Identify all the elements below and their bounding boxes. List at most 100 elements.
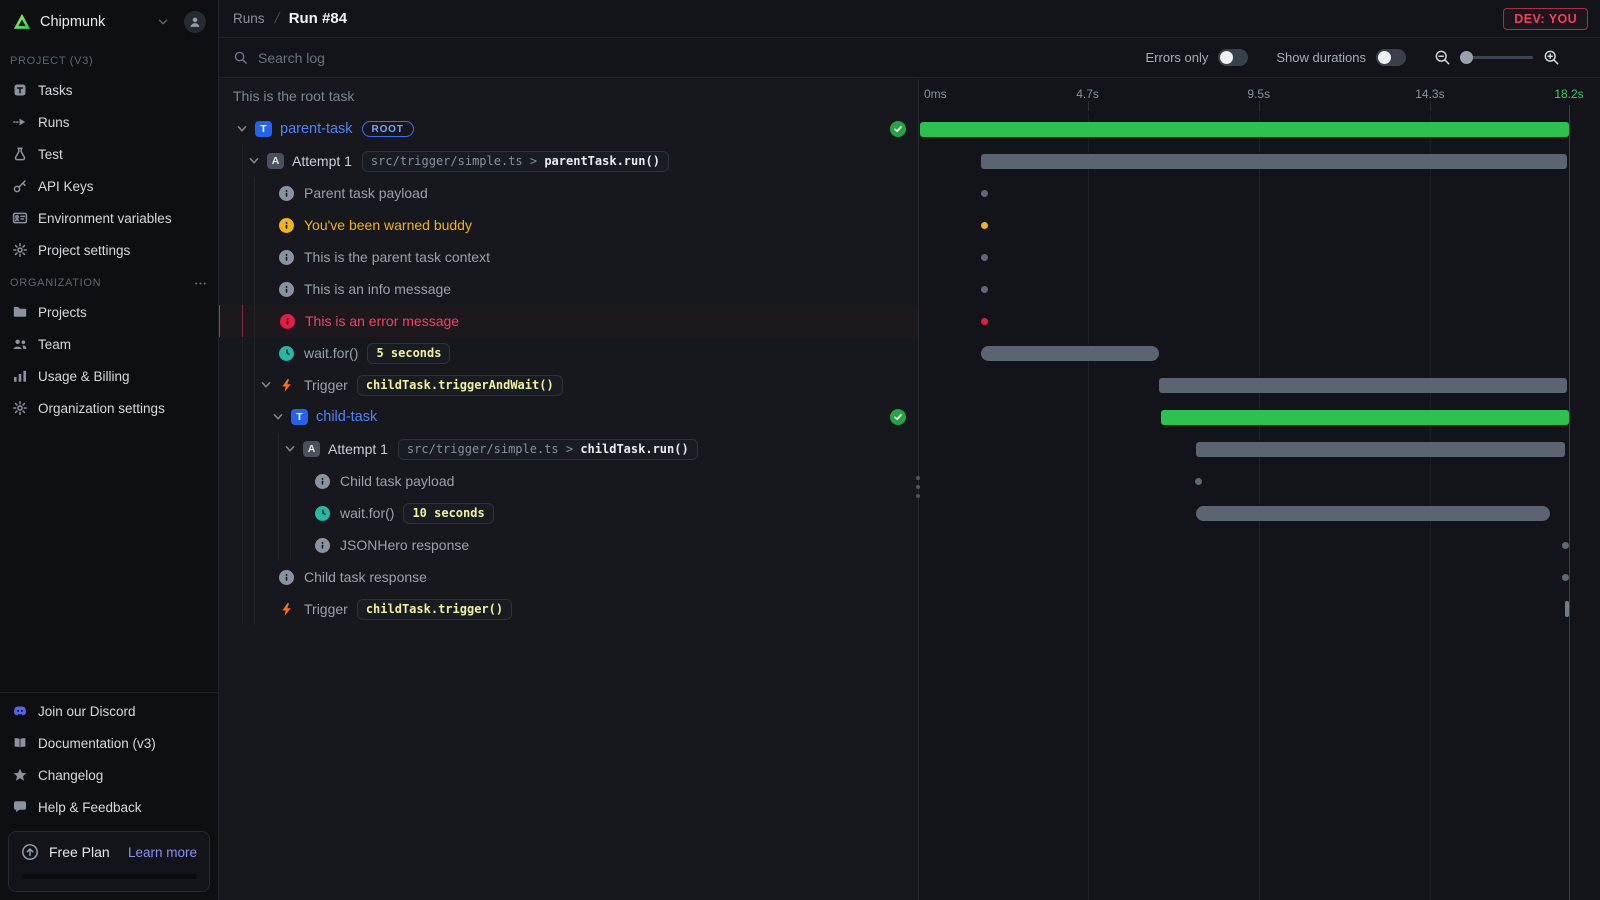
plan-name: Free Plan xyxy=(49,844,110,860)
trace-row-this-is-an-info-message[interactable]: This is an info message xyxy=(219,273,918,305)
timeline-span-bar[interactable] xyxy=(1196,442,1566,457)
clock-icon xyxy=(315,506,330,521)
zoom-in-icon[interactable] xyxy=(1543,49,1560,66)
sidebar-item-label: Projects xyxy=(38,305,87,320)
expand-chevron-icon[interactable] xyxy=(259,378,273,392)
trace-row-attempt-1-parenttask-run[interactable]: AAttempt 1src/trigger/simple.ts > parent… xyxy=(219,145,918,177)
panel-resize-handle[interactable] xyxy=(916,476,920,498)
timeline-span-bar[interactable] xyxy=(1196,506,1550,521)
chevron-down-icon[interactable] xyxy=(156,15,170,29)
trace-row-child-task-payload[interactable]: Child task payload xyxy=(219,465,918,497)
lightning-bolt-icon xyxy=(279,378,294,393)
trace-content: This is the root task Tparent-taskROOT A… xyxy=(219,79,1600,900)
success-check-icon xyxy=(890,409,906,425)
trace-row-jsonhero-response[interactable]: JSONHero response xyxy=(219,529,918,561)
info-icon xyxy=(280,314,295,329)
wait-label: wait.for() xyxy=(340,505,394,521)
expand-chevron-icon[interactable] xyxy=(271,410,285,424)
sidebar-item-usage-billing[interactable]: Usage & Billing xyxy=(0,360,218,392)
trace-row-child-task[interactable]: Tchild-task xyxy=(219,401,918,433)
main-area: Runs / Run #84 DEV: YOU Errors only Show… xyxy=(219,0,1600,900)
timeline-span-bar[interactable] xyxy=(920,122,1569,137)
source-path-chip: src/trigger/simple.ts > parentTask.run() xyxy=(362,151,669,172)
sidebar-item-team[interactable]: Team xyxy=(0,328,218,360)
timeline-instant-tick[interactable] xyxy=(1565,601,1569,617)
timeline-event-dot[interactable] xyxy=(981,286,988,293)
info-icon xyxy=(279,570,294,585)
timeline-tick-label: 4.7s xyxy=(1076,87,1099,101)
timeline-row xyxy=(919,465,1600,497)
timeline-event-dot[interactable] xyxy=(981,318,988,325)
timeline-event-dot[interactable] xyxy=(981,190,988,197)
trace-row-attempt-1-childtask-run[interactable]: AAttempt 1src/trigger/simple.ts > childT… xyxy=(219,433,918,465)
sidebar-item-documentation-v3[interactable]: Documentation (v3) xyxy=(0,727,218,759)
trace-row-wait-for-5-seconds[interactable]: wait.for()5 seconds xyxy=(219,337,918,369)
trace-row-trigger-childtask-triggerandwait[interactable]: Trigger childTask.triggerAndWait() xyxy=(219,369,918,401)
attempt-label: Attempt 1 xyxy=(292,153,352,169)
runs-icon xyxy=(12,114,28,130)
sidebar-item-environment-variables[interactable]: Environment variables xyxy=(0,202,218,234)
timeline-event-dot[interactable] xyxy=(981,254,988,261)
trigger-label: Trigger xyxy=(304,377,348,393)
trace-row-you-ve-been-warned-buddy[interactable]: You've been warned buddy xyxy=(219,209,918,241)
task-name: child-task xyxy=(316,409,377,425)
timeline-event-dot[interactable] xyxy=(1195,478,1202,485)
trace-row-parent-task[interactable]: Tparent-taskROOT xyxy=(219,113,918,145)
zoom-out-icon[interactable] xyxy=(1434,49,1451,66)
timeline-tick-mark xyxy=(1430,101,1431,111)
breadcrumb-section[interactable]: Runs xyxy=(233,11,265,26)
search-input[interactable] xyxy=(256,49,556,67)
sidebar-item-api-keys[interactable]: API Keys xyxy=(0,170,218,202)
expand-chevron-icon[interactable] xyxy=(247,154,261,168)
trace-row-trigger-childtask-trigger[interactable]: TriggerchildTask.trigger() xyxy=(219,593,918,625)
workspace-switcher[interactable]: Chipmunk xyxy=(0,0,218,44)
trigger-code-chip: childTask.triggerAndWait() xyxy=(357,375,563,396)
log-message: You've been warned buddy xyxy=(304,217,472,233)
sidebar-item-runs[interactable]: Runs xyxy=(0,106,218,138)
errors-only-toggle[interactable] xyxy=(1218,49,1248,66)
trace-row-child-task-response[interactable]: Child task response xyxy=(219,561,918,593)
trace-row-parent-task-payload[interactable]: Parent task payload xyxy=(219,177,918,209)
environment-badge[interactable]: DEV: YOU xyxy=(1503,8,1588,30)
sidebar-item-join-our-discord[interactable]: Join our Discord xyxy=(0,695,218,727)
sidebar-item-label: Changelog xyxy=(38,768,103,783)
sidebar-item-projects[interactable]: Projects xyxy=(0,296,218,328)
sidebar-item-organization-settings[interactable]: Organization settings xyxy=(0,392,218,424)
user-avatar[interactable] xyxy=(184,11,206,33)
timeline-span-bar[interactable] xyxy=(1161,410,1569,425)
sidebar-item-test[interactable]: Test xyxy=(0,138,218,170)
attempt-label: Attempt 1 xyxy=(328,441,388,457)
sidebar-item-tasks[interactable]: Tasks xyxy=(0,74,218,106)
expand-chevron-icon[interactable] xyxy=(235,122,249,136)
show-durations-toggle[interactable] xyxy=(1376,49,1406,66)
timeline-zoom-slider[interactable] xyxy=(1461,56,1533,59)
trace-row-wait-for-10-seconds[interactable]: wait.for()10 seconds xyxy=(219,497,918,529)
sidebar-item-label: Team xyxy=(38,337,71,352)
timeline-event-dot[interactable] xyxy=(1562,574,1569,581)
timeline-event-dot[interactable] xyxy=(981,222,988,229)
timeline-tick-label: 9.5s xyxy=(1247,87,1270,101)
timeline-row xyxy=(919,561,1600,593)
sidebar-item-changelog[interactable]: Changelog xyxy=(0,759,218,791)
sidebar-section-title: ORGANIZATION xyxy=(10,277,101,289)
timeline-row xyxy=(919,113,1600,145)
organization-menu-icon[interactable] xyxy=(193,276,208,291)
trace-row-this-is-an-error-message[interactable]: This is an error message xyxy=(219,305,918,337)
lightning-bolt-icon xyxy=(279,602,294,617)
plan-card: Free Plan Learn more xyxy=(8,831,210,892)
log-message: JSONHero response xyxy=(340,537,469,553)
timeline-span-bar[interactable] xyxy=(981,154,1568,169)
timeline-span-bar[interactable] xyxy=(981,346,1159,361)
sidebar-item-label: Runs xyxy=(38,115,70,130)
trace-row-this-is-the-parent-task-context[interactable]: This is the parent task context xyxy=(219,241,918,273)
expand-chevron-icon[interactable] xyxy=(283,442,297,456)
timeline-event-dot[interactable] xyxy=(1562,542,1569,549)
sidebar-item-project-settings[interactable]: Project settings xyxy=(0,234,218,266)
timeline-span-bar[interactable] xyxy=(1159,378,1567,393)
sidebar-item-help-feedback[interactable]: Help & Feedback xyxy=(0,791,218,823)
show-durations-label: Show durations xyxy=(1276,50,1366,65)
sidebar-item-label: Environment variables xyxy=(38,211,172,226)
sidebar-item-label: Help & Feedback xyxy=(38,800,142,815)
success-check-icon xyxy=(890,121,906,137)
learn-more-link[interactable]: Learn more xyxy=(128,845,197,860)
